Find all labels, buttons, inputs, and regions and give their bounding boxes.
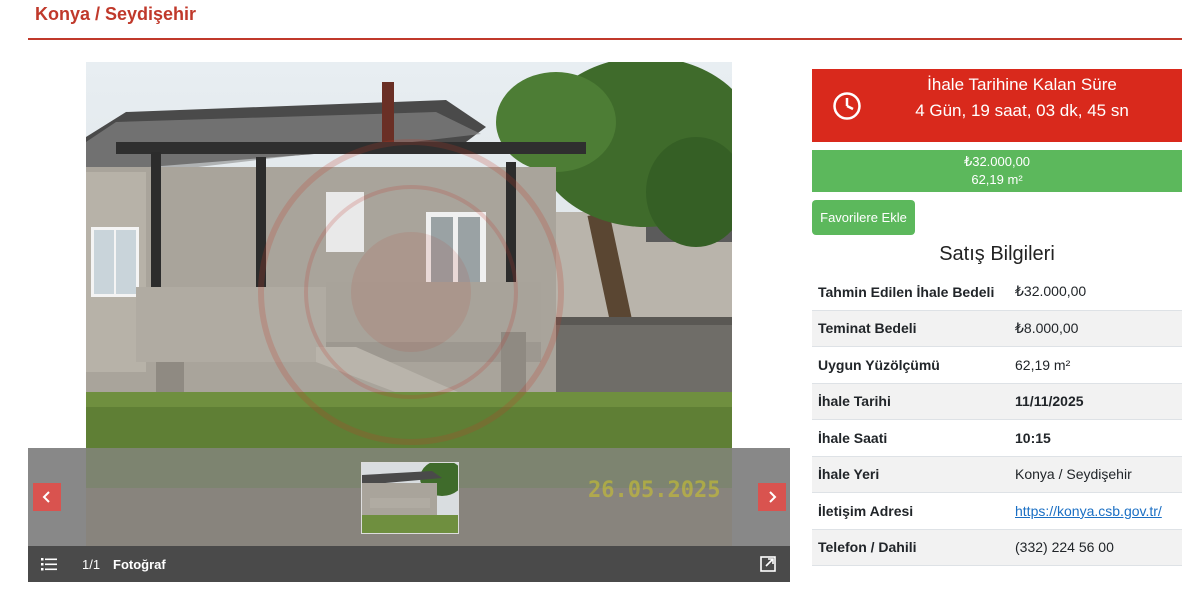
row-key: İletişim Adresi [812,492,1009,530]
row-key: Tahmin Edilen İhale Bedeli [812,274,1009,311]
next-photo-button[interactable] [758,483,786,511]
photo-date-stamp: 26.05.2025 [588,478,721,503]
countdown-label: İhale Tarihine Kalan Süre [927,75,1117,94]
property-photo[interactable] [86,62,732,448]
list-icon[interactable] [41,556,57,572]
table-row: İhale Tarihi 11/11/2025 [812,383,1182,420]
price-amount: ₺32.000,00 [963,154,1031,169]
row-value: ₺32.000,00 [1009,274,1182,311]
table-row: İhale Saati 10:15 [812,419,1182,457]
countdown-value: 4 Gün, 19 saat, 03 dk, 45 sn [915,101,1129,120]
contact-address-link[interactable]: https://konya.csb.gov.tr/ [1015,503,1162,519]
row-value: Konya / Seydişehir [1009,456,1182,493]
prev-photo-button[interactable] [33,483,61,511]
row-key: Telefon / Dahili [812,529,1009,566]
row-key: Teminat Bedeli [812,310,1009,347]
expand-icon[interactable] [760,556,776,572]
row-key: Uygun Yüzölçümü [812,346,1009,384]
table-row: Teminat Bedeli ₺8.000,00 [812,310,1182,347]
row-key: İhale Saati [812,419,1009,457]
row-value: ₺8.000,00 [1009,310,1182,347]
row-key: İhale Yeri [812,456,1009,493]
header-divider [28,38,1182,40]
row-value: https://konya.csb.gov.tr/ [1009,492,1182,530]
row-value: 62,19 m² [1009,346,1182,384]
clock-icon [833,92,861,120]
sale-info-title: Satış Bilgileri [939,243,1055,265]
chevron-right-icon [769,491,777,503]
sale-info-table: Tahmin Edilen İhale Bedeli ₺32.000,00 Te… [812,274,1182,566]
photo-gallery: 26.05.2025 1/1 Fotoğraf [28,62,790,582]
photo-counter: 1/1 [82,557,101,572]
photo-label: Fotoğraf [113,557,166,572]
row-value: 10:15 [1009,419,1182,457]
auction-countdown: İhale Tarihine Kalan Süre 4 Gün, 19 saat… [812,69,1182,142]
price-area: 62,19 m² [971,172,1023,187]
page-title: Konya / Seydişehir [35,4,197,24]
table-row: İletişim Adresi https://konya.csb.gov.tr… [812,492,1182,530]
photo-thumbnail[interactable] [361,462,459,534]
row-key: İhale Tarihi [812,383,1009,420]
table-row: Uygun Yüzölçümü 62,19 m² [812,346,1182,384]
add-to-favorites-button[interactable]: Favorilere Ekle [812,200,915,235]
table-row: Telefon / Dahili (332) 224 56 00 [812,529,1182,566]
row-value: 11/11/2025 [1009,383,1182,420]
price-summary: ₺32.000,00 62,19 m² [812,150,1182,192]
thumbnail-strip: 26.05.2025 [28,448,790,546]
table-row: İhale Yeri Konya / Seydişehir [812,456,1182,493]
gallery-toolbar: 1/1 Fotoğraf [28,546,790,582]
row-value: (332) 224 56 00 [1009,529,1182,566]
table-row: Tahmin Edilen İhale Bedeli ₺32.000,00 [812,274,1182,311]
chevron-left-icon [42,491,50,503]
